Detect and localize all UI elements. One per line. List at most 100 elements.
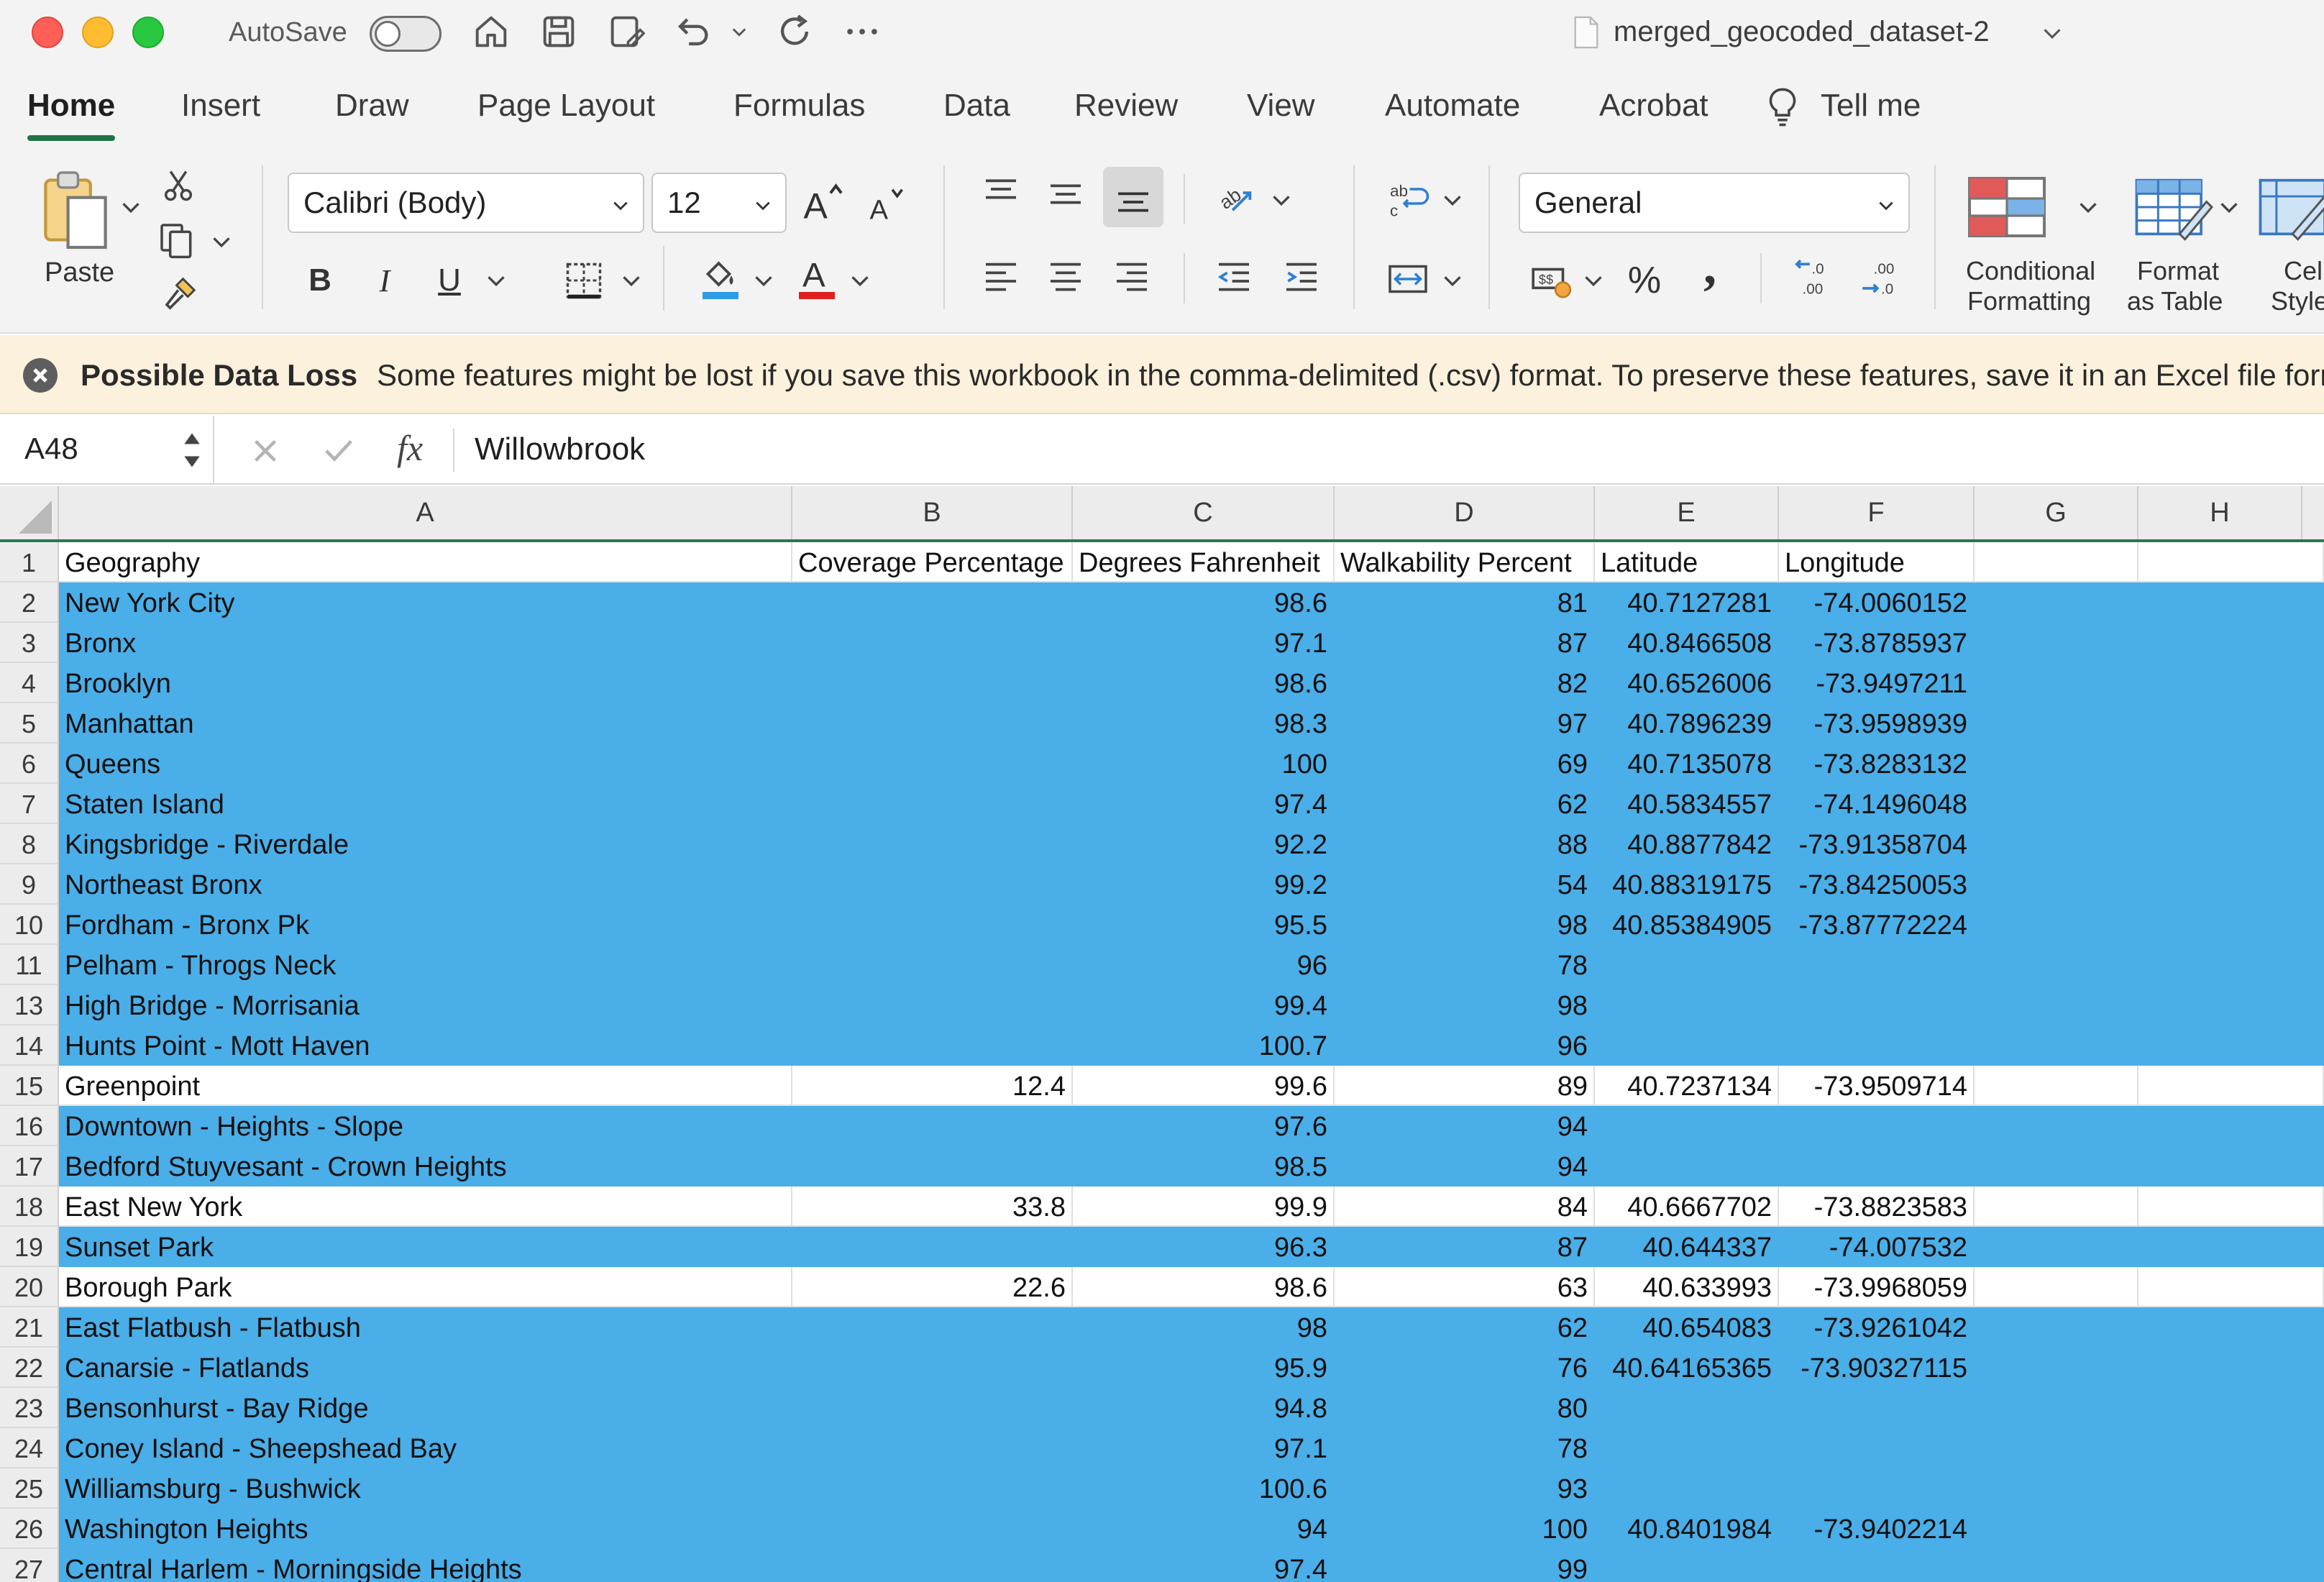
conditional-formatting-dropdown-icon[interactable] <box>2078 200 2098 214</box>
format-painter-icon[interactable] <box>158 272 201 315</box>
cell-c20[interactable]: 98.6 <box>1073 1267 1335 1307</box>
cell-d15[interactable]: 89 <box>1335 1066 1595 1106</box>
cell-g7[interactable] <box>1975 784 2138 824</box>
cell-f15[interactable]: -73.9509714 <box>1779 1066 1975 1106</box>
row-header[interactable]: 11 <box>0 945 59 985</box>
cell-e5[interactable]: 40.7896239 <box>1595 703 1779 744</box>
cell-g5[interactable] <box>1975 703 2138 744</box>
cell-g6[interactable] <box>1975 744 2138 784</box>
cell-b26[interactable] <box>792 1509 1073 1549</box>
row-header[interactable]: 4 <box>0 663 59 703</box>
redo-icon[interactable] <box>774 10 815 53</box>
cell-f22[interactable]: -73.90327115 <box>1779 1348 1975 1388</box>
cell-f8[interactable]: -73.91358704 <box>1779 824 1975 864</box>
cell-b8[interactable] <box>792 824 1073 864</box>
cancel-edit-icon[interactable] <box>249 434 282 467</box>
formula-input[interactable]: Willowbrook <box>475 431 645 467</box>
cell-c4[interactable]: 98.6 <box>1073 663 1335 703</box>
row-header[interactable]: 26 <box>0 1509 59 1549</box>
cell-a11[interactable]: Pelham - Throgs Neck <box>59 945 792 985</box>
cell-h17[interactable] <box>2138 1146 2324 1186</box>
cell-h2[interactable] <box>2138 582 2324 623</box>
cell-f10[interactable]: -73.87772224 <box>1779 905 1975 945</box>
percent-style-button[interactable]: % <box>1621 255 1668 306</box>
cell-b22[interactable] <box>792 1348 1073 1388</box>
cell-e15[interactable]: 40.7237134 <box>1595 1066 1779 1106</box>
row-header[interactable]: 7 <box>0 784 59 824</box>
wrap-text-icon[interactable]: ab c <box>1382 174 1434 226</box>
cell-h9[interactable] <box>2138 864 2324 905</box>
cell-g22[interactable] <box>1975 1348 2138 1388</box>
cell-g21[interactable] <box>1975 1307 2138 1348</box>
cell-c14[interactable]: 100.7 <box>1073 1025 1335 1066</box>
cell-b19[interactable] <box>792 1227 1073 1267</box>
cell-a16[interactable]: Downtown - Heights - Slope <box>59 1106 792 1146</box>
cell-g13[interactable] <box>1975 985 2138 1025</box>
cell-b21[interactable] <box>792 1307 1073 1348</box>
cell-d18[interactable]: 84 <box>1335 1186 1595 1227</box>
row-header[interactable]: 17 <box>0 1146 59 1186</box>
cell-a25[interactable]: Williamsburg - Bushwick <box>59 1468 792 1509</box>
cell-e2[interactable]: 40.7127281 <box>1595 582 1779 623</box>
cell-g24[interactable] <box>1975 1428 2138 1468</box>
cell-e18[interactable]: 40.6667702 <box>1595 1186 1779 1227</box>
cell-c22[interactable]: 95.9 <box>1073 1348 1335 1388</box>
cell-f27[interactable] <box>1779 1549 1975 1582</box>
align-left-icon[interactable] <box>978 253 1024 299</box>
cell-g3[interactable] <box>1975 623 2138 663</box>
cell-h21[interactable] <box>2138 1307 2324 1348</box>
row-header[interactable]: 8 <box>0 824 59 864</box>
format-as-table-label-1[interactable]: Format <box>2137 256 2219 286</box>
cell-g27[interactable] <box>1975 1549 2138 1582</box>
cell-d27[interactable]: 99 <box>1335 1549 1595 1582</box>
cell-b25[interactable] <box>792 1468 1073 1509</box>
dismiss-warning-icon[interactable] <box>23 358 58 393</box>
cell-a9[interactable]: Northeast Bronx <box>59 864 792 905</box>
cell-g8[interactable] <box>1975 824 2138 864</box>
cell-e9[interactable]: 40.88319175 <box>1595 864 1779 905</box>
row-header[interactable]: 23 <box>0 1388 59 1428</box>
cell-h1[interactable] <box>2138 542 2324 582</box>
column-header-g[interactable]: G <box>1975 486 2138 539</box>
cell-f1[interactable]: Longitude <box>1779 542 1975 582</box>
cell-h11[interactable] <box>2138 945 2324 985</box>
cell-b4[interactable] <box>792 663 1073 703</box>
undo-dropdown-icon[interactable] <box>729 10 749 53</box>
cell-h16[interactable] <box>2138 1106 2324 1146</box>
cell-g14[interactable] <box>1975 1025 2138 1066</box>
align-right-icon[interactable] <box>1109 253 1155 299</box>
fill-color-icon[interactable] <box>695 250 746 305</box>
cell-c25[interactable]: 100.6 <box>1073 1468 1335 1509</box>
cell-d23[interactable]: 80 <box>1335 1388 1595 1428</box>
cell-a24[interactable]: Coney Island - Sheepshead Bay <box>59 1428 792 1468</box>
cell-b15[interactable]: 12.4 <box>792 1066 1073 1106</box>
cell-a20[interactable]: Borough Park <box>59 1267 792 1307</box>
cell-h3[interactable] <box>2138 623 2324 663</box>
cell-f11[interactable] <box>1779 945 1975 985</box>
row-header[interactable]: 24 <box>0 1428 59 1468</box>
cell-d1[interactable]: Walkability Percent <box>1335 542 1595 582</box>
cell-c16[interactable]: 97.6 <box>1073 1106 1335 1146</box>
row-header[interactable]: 2 <box>0 582 59 623</box>
cell-f24[interactable] <box>1779 1428 1975 1468</box>
cell-b14[interactable] <box>792 1025 1073 1066</box>
font-color-icon[interactable]: A <box>791 250 843 305</box>
cell-f26[interactable]: -73.9402214 <box>1779 1509 1975 1549</box>
cell-c19[interactable]: 96.3 <box>1073 1227 1335 1267</box>
cell-b9[interactable] <box>792 864 1073 905</box>
cell-d24[interactable]: 78 <box>1335 1428 1595 1468</box>
cell-e17[interactable] <box>1595 1146 1779 1186</box>
cell-a15[interactable]: Greenpoint <box>59 1066 792 1106</box>
cell-d7[interactable]: 62 <box>1335 784 1595 824</box>
cell-e19[interactable]: 40.644337 <box>1595 1227 1779 1267</box>
cell-d25[interactable]: 93 <box>1335 1468 1595 1509</box>
cell-d16[interactable]: 94 <box>1335 1106 1595 1146</box>
align-top-icon[interactable] <box>978 171 1024 217</box>
cell-b11[interactable] <box>792 945 1073 985</box>
home-icon[interactable] <box>470 10 512 53</box>
conditional-formatting-icon[interactable] <box>1960 171 2054 243</box>
cell-h6[interactable] <box>2138 744 2324 784</box>
row-header[interactable]: 6 <box>0 744 59 784</box>
select-all-corner[interactable] <box>0 486 59 539</box>
minimize-window-button[interactable] <box>82 17 114 48</box>
